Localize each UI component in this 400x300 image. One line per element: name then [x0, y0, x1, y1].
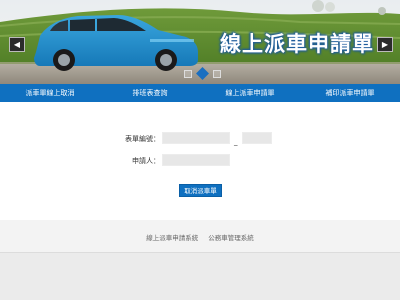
carousel-dot-2[interactable]: [196, 67, 209, 80]
cancel-form: 表單編號： _ 申請人： 取消派車單: [0, 102, 400, 220]
chevron-right-icon: ▶: [381, 40, 389, 49]
footer-system-name: 線上派車申請系統: [146, 234, 199, 242]
carousel-prev-button[interactable]: ◀: [9, 37, 25, 52]
hero-banner: 線上派車申請單 ◀ ▶: [0, 0, 400, 84]
nav-item-online-application[interactable]: 線上派車申請單: [200, 84, 300, 102]
carousel-next-button[interactable]: ▶: [377, 37, 393, 52]
nav-item-schedule-query[interactable]: 排班表查詢: [100, 84, 200, 102]
applicant-label: 申請人：: [132, 157, 160, 165]
carousel-indicators: [184, 67, 221, 80]
form-number-input[interactable]: [162, 132, 230, 144]
carousel-dot-3[interactable]: [213, 69, 221, 78]
cancel-dispatch-button[interactable]: 取消派車單: [179, 184, 222, 197]
chevron-left-icon: ◀: [13, 40, 21, 49]
form-number-label: 表單編號：: [125, 135, 160, 143]
footer: 線上派車申請系統 公務車管理系統: [0, 220, 400, 253]
carousel-dot-1[interactable]: [184, 69, 192, 78]
main-nav: 派車單線上取消 排班表查詢 線上派車申請單 補印派車申請單: [0, 84, 400, 102]
nav-item-cancel-online[interactable]: 派車單線上取消: [0, 84, 100, 102]
form-number-separator: _: [234, 138, 238, 146]
footer-org-name: 公務車管理系統: [208, 234, 254, 242]
banner-title: 線上派車申請單: [220, 32, 374, 56]
form-number-suffix-input[interactable]: [242, 132, 272, 144]
footer-text: 線上派車申請系統 公務車管理系統: [0, 232, 400, 242]
nav-item-reprint-application[interactable]: 補印派車申請單: [300, 84, 400, 102]
applicant-input[interactable]: [162, 154, 230, 166]
